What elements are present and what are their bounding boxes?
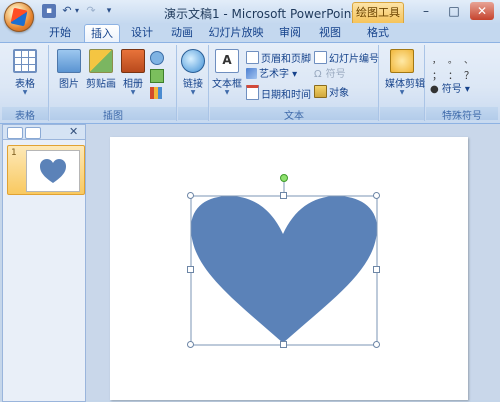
selection-layer [190, 181, 378, 346]
office-logo-icon [10, 7, 28, 27]
resize-handle-right[interactable] [373, 266, 380, 273]
resize-handle-top[interactable] [280, 192, 287, 199]
resize-handle-top-left[interactable] [187, 192, 194, 199]
resize-handle-bottom[interactable] [280, 341, 287, 348]
resize-handle-top-right[interactable] [373, 192, 380, 199]
resize-handle-bottom-right[interactable] [373, 341, 380, 348]
resize-handle-bottom-left[interactable] [187, 341, 194, 348]
resize-handle-left[interactable] [187, 266, 194, 273]
office-button[interactable] [4, 2, 34, 32]
heart-shape[interactable] [191, 196, 377, 343]
rotate-handle[interactable] [280, 174, 288, 182]
